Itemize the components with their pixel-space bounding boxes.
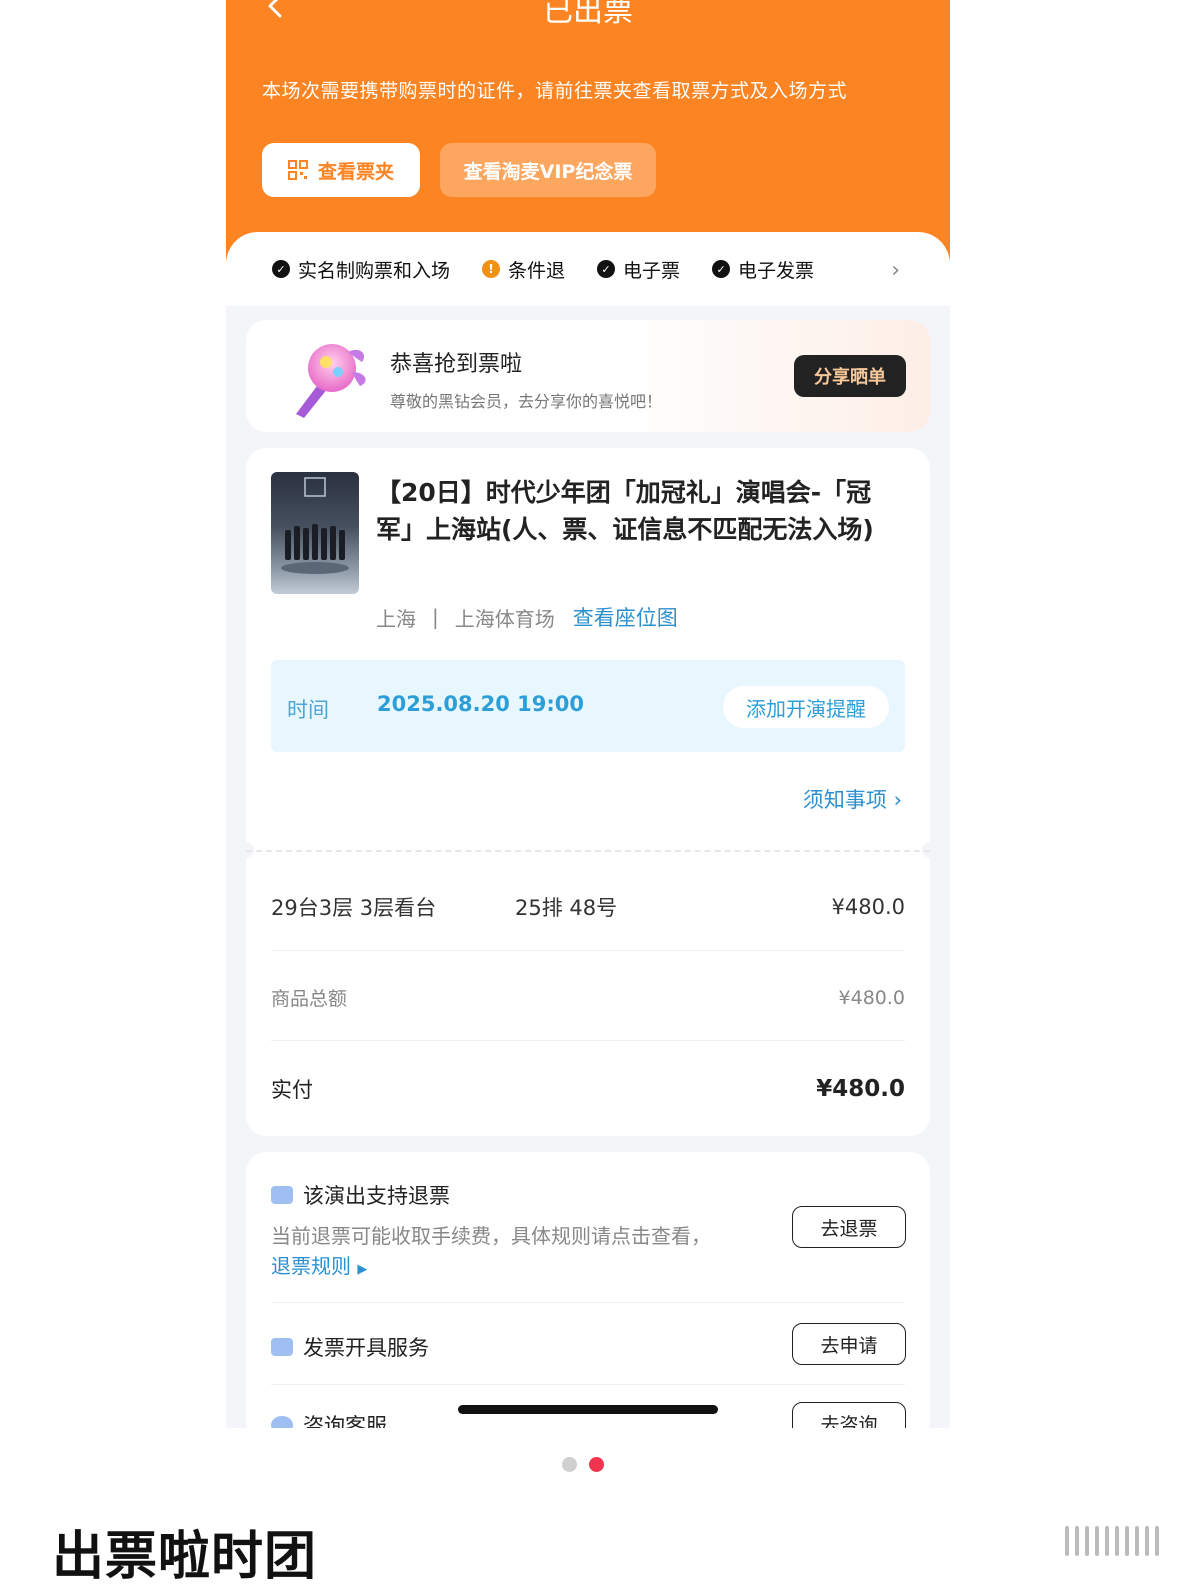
poster-figures-icon xyxy=(281,477,349,574)
post-caption: 出票啦时团 xyxy=(52,1527,318,1587)
page-title: 已出票 xyxy=(543,0,633,29)
refund-button[interactable]: 去退票 xyxy=(792,1206,906,1248)
time-label: 时间 xyxy=(287,698,329,722)
divider xyxy=(271,950,905,951)
share-order-button[interactable]: 分享晒单 xyxy=(794,355,906,397)
service-card: 该演出支持退票 当前退票可能收取手续费，具体规则请点击查看， 退票规则 ▶ 去退… xyxy=(246,1152,930,1428)
total-label: 商品总额 xyxy=(271,988,348,1010)
check-icon: ✓ xyxy=(712,260,731,278)
congrats-title: 恭喜抢到票啦 xyxy=(390,352,523,377)
order-header: 已出票 本场次需要携带购票时的证件，请前往票夹查看取票方式及入场方式 查看票夹 … xyxy=(226,0,950,270)
seat-area: 29台3层 3层看台 xyxy=(271,896,437,920)
paid-value: ¥480.0 xyxy=(816,1076,905,1102)
total-value: ¥480.0 xyxy=(838,986,905,1009)
time-value: 2025.08.20 19:00 xyxy=(377,692,585,716)
support-button[interactable]: 去咨询 xyxy=(792,1402,906,1428)
venue-label: 上海体育场 xyxy=(454,606,555,631)
chevron-right-icon: › xyxy=(893,788,902,812)
pager-dot[interactable] xyxy=(562,1457,577,1472)
divider xyxy=(271,1040,905,1041)
home-indicator xyxy=(458,1405,718,1414)
feature-label: 电子票 xyxy=(623,259,681,282)
divider xyxy=(271,1384,905,1385)
venue-separator: | xyxy=(432,605,439,629)
support-title: 咨询客服 xyxy=(271,1410,387,1428)
refund-title: 该演出支持退票 xyxy=(271,1180,450,1210)
warning-icon: ! xyxy=(482,260,501,278)
feature-label: 条件退 xyxy=(508,259,566,282)
chevron-right-icon[interactable]: › xyxy=(891,258,900,283)
add-reminder-button[interactable]: 添加开演提醒 xyxy=(723,686,889,728)
feature-conditional-refund: ! 条件退 xyxy=(482,256,565,283)
image-pager[interactable] xyxy=(562,1457,604,1472)
check-icon: ✓ xyxy=(272,260,290,278)
paid-row: 实付 ¥480.0 xyxy=(271,1074,905,1104)
divider xyxy=(271,1302,905,1303)
pager-dot-active[interactable] xyxy=(589,1457,604,1472)
refund-rules-link[interactable]: 退票规则 ▶ xyxy=(271,1250,367,1279)
invoice-icon xyxy=(271,1338,293,1356)
total-row: 商品总额 ¥480.0 xyxy=(271,984,905,1011)
city-label: 上海 xyxy=(376,606,416,631)
check-icon: ✓ xyxy=(597,260,616,278)
phone-screen: 已出票 本场次需要携带购票时的证件，请前往票夹查看取票方式及入场方式 查看票夹 … xyxy=(226,0,950,1428)
seat-map-link[interactable]: 查看座位图 xyxy=(573,602,678,632)
notes-link[interactable]: 须知事项 › xyxy=(803,784,902,814)
qr-code-icon xyxy=(287,160,308,180)
feature-e-invoice: ✓ 电子发票 xyxy=(712,256,814,283)
invoice-apply-button[interactable]: 去申请 xyxy=(792,1323,906,1365)
venue-line: 上海 | 上海体育场 查看座位图 xyxy=(376,602,678,632)
seat-price: ¥480.0 xyxy=(831,895,905,919)
invoice-title-label: 发票开具服务 xyxy=(303,1336,429,1360)
event-card: 【20日】时代少年团「加冠礼」演唱会-「冠军」上海站(人、票、证信息不匹配无法入… xyxy=(238,448,938,1136)
headset-icon xyxy=(271,1416,293,1428)
play-triangle-icon: ▶ xyxy=(357,1262,368,1277)
feature-label: 实名制购票和入场 xyxy=(298,259,451,282)
event-time-box: 时间 2025.08.20 19:00 添加开演提醒 xyxy=(271,660,905,752)
feature-e-ticket: ✓ 电子票 xyxy=(597,256,680,283)
paid-label: 实付 xyxy=(271,1078,313,1102)
refund-description: 当前退票可能收取手续费，具体规则请点击查看， xyxy=(271,1224,711,1248)
invoice-title: 发票开具服务 xyxy=(271,1332,429,1362)
refund-rules-label: 退票规则 xyxy=(271,1254,351,1278)
view-ticket-wallet-button[interactable]: 查看票夹 xyxy=(262,143,420,197)
view-vip-ticket-button[interactable]: 查看淘麦VIP纪念票 xyxy=(440,143,656,197)
event-title: 【20日】时代少年团「加冠礼」演唱会-「冠军」上海站(人、票、证信息不匹配无法入… xyxy=(376,478,874,544)
notes-link-label: 须知事项 xyxy=(802,788,887,812)
congrats-subtitle: 尊敬的黑钻会员，去分享你的喜悦吧！ xyxy=(390,392,663,411)
feature-real-name: ✓ 实名制购票和入场 xyxy=(272,256,450,283)
ticket-perforation-divider xyxy=(246,850,930,852)
refund-title-label: 该演出支持退票 xyxy=(303,1184,450,1208)
congrats-banner: 恭喜抢到票啦 尊敬的黑钻会员，去分享你的喜悦吧！ 分享晒单 xyxy=(246,320,930,432)
ticket-features-bar[interactable]: ✓ 实名制购票和入场 ! 条件退 ✓ 电子票 ✓ 电子发票 › xyxy=(226,232,950,306)
ticket-notice: 本场次需要携带购票时的证件，请前往票夹查看取票方式及入场方式 xyxy=(262,80,848,102)
seat-number: 25排 48号 xyxy=(515,896,618,920)
light-stick-mascot-icon xyxy=(296,344,366,418)
event-poster-image[interactable] xyxy=(271,472,359,594)
ticket-icon xyxy=(271,1186,293,1204)
seat-row: 29台3层 3层看台 25排 48号 ¥480.0 xyxy=(271,892,905,922)
view-ticket-wallet-label: 查看票夹 xyxy=(317,160,394,183)
support-title-label: 咨询客服 xyxy=(303,1414,387,1428)
feature-label: 电子发票 xyxy=(738,259,815,282)
caption-scroll-indicator xyxy=(1065,1526,1159,1556)
